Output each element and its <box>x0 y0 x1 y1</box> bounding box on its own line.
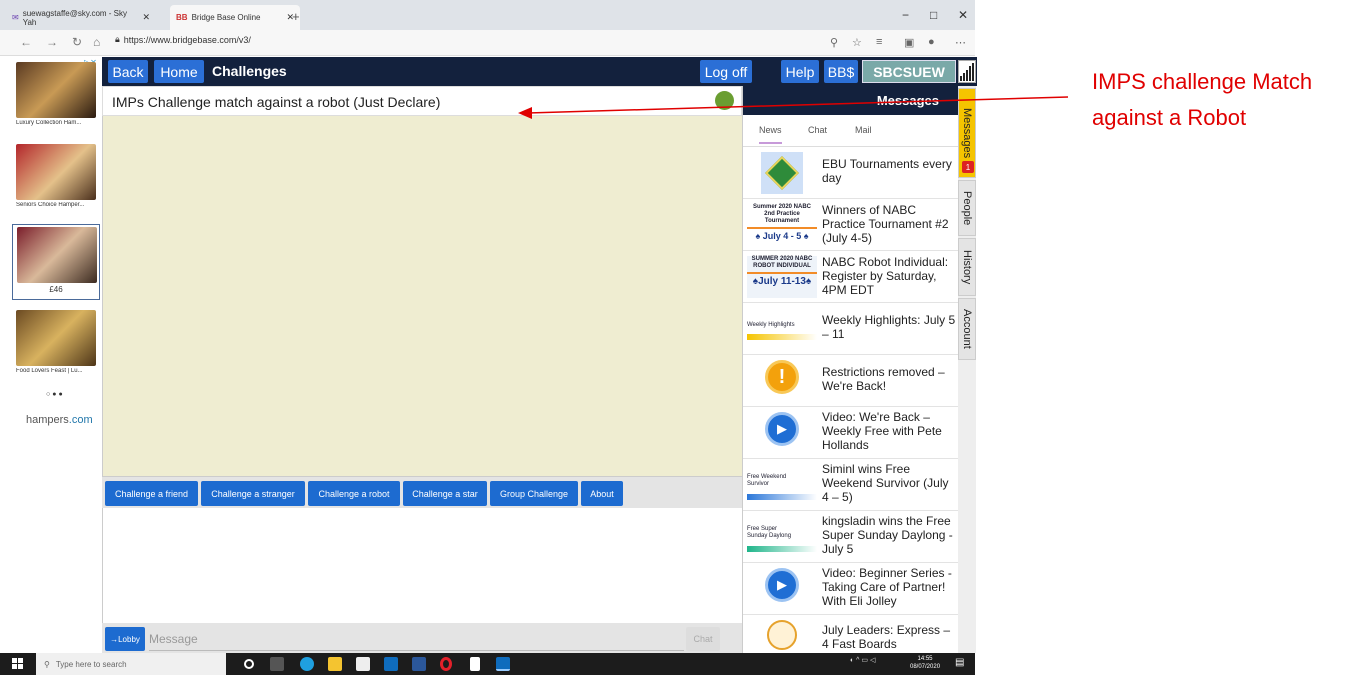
taskbar-search-text: Type here to search <box>55 659 127 669</box>
word-icon[interactable] <box>412 657 426 671</box>
cortana-icon[interactable] <box>244 659 254 669</box>
notifications-icon[interactable]: ▤ <box>955 657 964 668</box>
search-icon: ⚲ <box>44 659 50 669</box>
opera-icon[interactable] <box>440 657 452 671</box>
windows-taskbar: ⚲ Type here to search ◐ ^ ▭ ◁ 14:55 08/0… <box>0 653 975 675</box>
clock-time: 14:55 <box>917 656 933 662</box>
system-clock[interactable]: 14:55 08/07/2020 <box>910 655 940 671</box>
file-explorer-icon[interactable] <box>328 657 342 671</box>
taskbar-search[interactable]: ⚲ Type here to search <box>36 653 226 675</box>
windows-start-icon[interactable] <box>12 658 23 669</box>
notepad-icon[interactable] <box>470 657 480 671</box>
annotation-line: against a Robot <box>1092 105 1247 130</box>
annotation-text: IMPS challenge Match against a Robot <box>1092 64 1312 136</box>
task-view-icon[interactable] <box>270 657 284 671</box>
annotation-line: IMPS challenge Match <box>1092 69 1313 94</box>
screen: ✉ suewagstaffe@sky.com - Sky Yah ✕ BB Br… <box>0 0 1358 675</box>
outlook-active-icon[interactable] <box>496 657 510 671</box>
edge-browser-icon[interactable] <box>300 657 314 671</box>
store-icon[interactable] <box>356 657 370 671</box>
outlook-icon[interactable] <box>384 657 398 671</box>
system-tray[interactable]: ◐ ^ ▭ ◁ <box>850 656 875 664</box>
clock-date: 08/07/2020 <box>910 664 941 670</box>
